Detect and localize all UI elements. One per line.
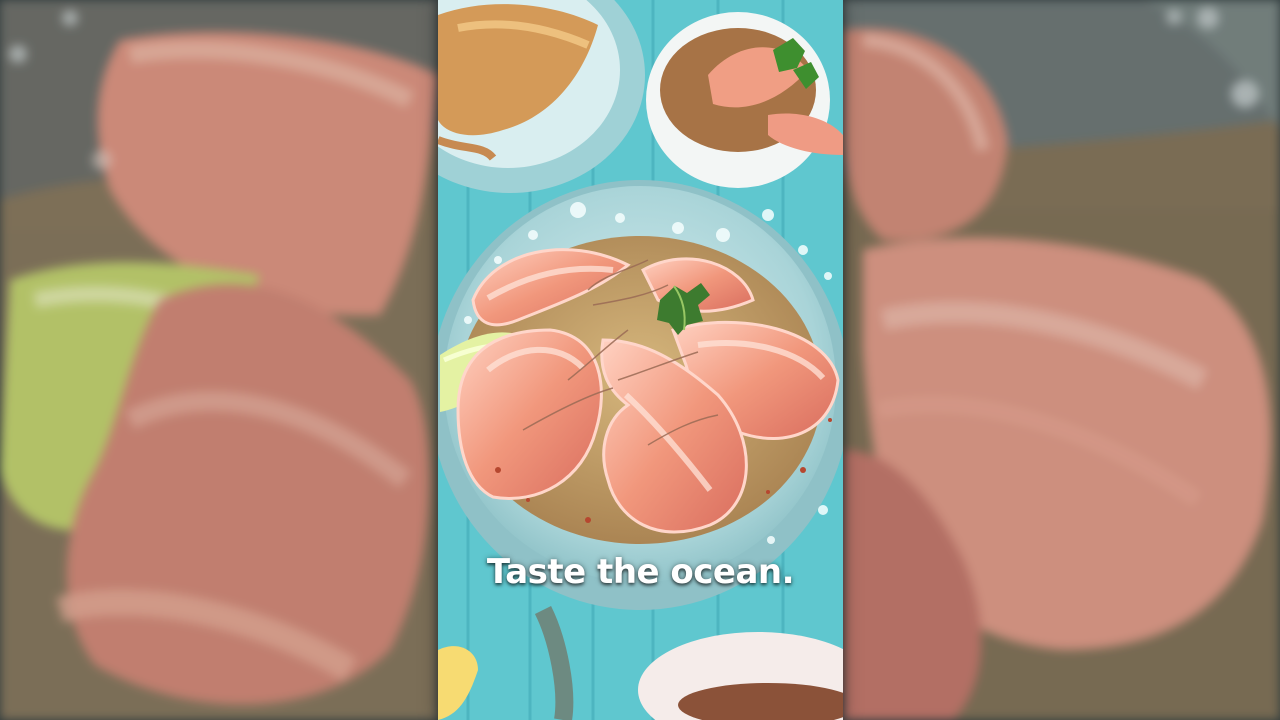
blurred-backdrop-left [0,0,438,720]
shrimp-dish-image [438,0,843,720]
blurred-shrimp-left-image [0,0,438,720]
blurred-shrimp-right-image [843,0,1280,720]
video-player-frame[interactable]: Taste the ocean. [438,0,843,720]
video-frame-root: Taste the ocean. [0,0,1280,720]
blurred-backdrop-right [843,0,1280,720]
